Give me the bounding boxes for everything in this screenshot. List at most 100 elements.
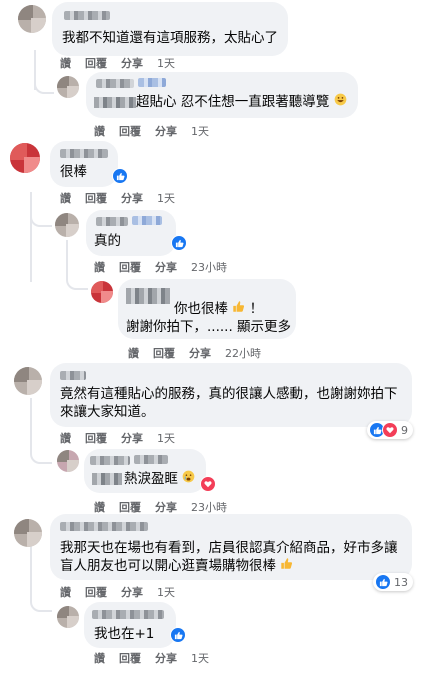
share-link[interactable]: 分享: [121, 430, 143, 446]
comment-text: 真的: [94, 233, 121, 249]
avatar[interactable]: [14, 519, 42, 547]
comment-actions: 讚 回覆 分享 1天: [60, 584, 189, 600]
thumbs-up-emoji-icon: [280, 556, 293, 576]
comment-actions: 讚 回覆 分享 23小時: [94, 259, 241, 275]
comment-bubble: 超貼心 忍不住想一直跟著聽導覽: [86, 72, 358, 118]
thread-connector: [30, 590, 52, 612]
timestamp[interactable]: 23小時: [191, 259, 227, 275]
reply-link[interactable]: 回覆: [85, 430, 107, 446]
commenter-name[interactable]: [60, 149, 108, 158]
mention-blur[interactable]: [94, 97, 136, 108]
thread-connector: [66, 270, 88, 290]
like-link[interactable]: 讚: [94, 123, 105, 139]
comment-text-line2: 盲人朋友也可以開心逛賣場購物很棒: [60, 556, 293, 576]
reply-link[interactable]: 回覆: [119, 123, 141, 139]
reaction-count: 9: [401, 423, 408, 437]
grin-emoji-icon: [334, 92, 347, 112]
like-link[interactable]: 讚: [60, 430, 71, 446]
thread-connector: [30, 205, 52, 227]
comment-text-body: 你也很棒: [174, 301, 228, 317]
avatar[interactable]: [18, 5, 46, 33]
comment-actions: 讚 回覆 分享 1天: [94, 650, 223, 666]
like-link[interactable]: 讚: [94, 650, 105, 666]
timestamp[interactable]: 23小時: [191, 499, 227, 515]
heart-reaction-icon[interactable]: [200, 476, 216, 492]
comment-text: 我也在+1: [94, 626, 155, 642]
reaction-summary[interactable]: 9: [367, 421, 413, 439]
comment-text-line1: 我那天也在場也有看到，店員很認真介紹商品，好市多讓: [60, 540, 398, 556]
like-link[interactable]: 讚: [94, 499, 105, 515]
commenter-name[interactable]: [96, 79, 134, 88]
commenter-name[interactable]: [90, 456, 130, 465]
reply-link[interactable]: 回覆: [119, 499, 141, 515]
timestamp[interactable]: 22小時: [225, 345, 261, 361]
timestamp[interactable]: 1天: [157, 584, 175, 600]
comment-bubble: 你也很棒 ！ 謝謝你拍下，...... 顯示更多: [118, 279, 296, 339]
comment-text-line2[interactable]: 謝謝你拍下，...... 顯示更多: [126, 317, 291, 337]
comment-bubble: 竟然有這種貼心的服務，真的很讓人感動，也謝謝妳拍下 來讓大家知道。: [50, 363, 412, 427]
reply-link[interactable]: 回覆: [119, 650, 141, 666]
commenter-name[interactable]: [60, 522, 148, 531]
mention-blur[interactable]: [92, 473, 122, 485]
avatar[interactable]: [57, 450, 79, 472]
commenter-name[interactable]: [64, 11, 110, 20]
like-reaction-icon[interactable]: [112, 168, 128, 184]
comment-text-end: ！: [249, 301, 264, 317]
heart-reaction-icon: [382, 422, 398, 438]
commenter-name[interactable]: [134, 455, 168, 464]
crying-emoji-icon: [182, 469, 195, 489]
share-link[interactable]: 分享: [155, 650, 177, 666]
comment-actions: 讚 回覆 分享 23小時: [94, 499, 241, 515]
like-link[interactable]: 讚: [60, 190, 71, 206]
like-link[interactable]: 讚: [94, 259, 105, 275]
comment-bubble: 熱淚盈眶: [84, 449, 206, 493]
share-link[interactable]: 分享: [121, 190, 143, 206]
commenter-name-tag[interactable]: [132, 216, 162, 225]
reply-link[interactable]: 回覆: [85, 190, 107, 206]
timestamp[interactable]: 1天: [191, 123, 209, 139]
reaction-summary[interactable]: 13: [373, 573, 413, 591]
like-reaction-icon[interactable]: [171, 235, 187, 251]
avatar[interactable]: [55, 213, 79, 237]
reply-link[interactable]: 回覆: [153, 345, 175, 361]
avatar[interactable]: [57, 606, 79, 628]
timestamp[interactable]: 1天: [157, 190, 175, 206]
commenter-name[interactable]: [92, 610, 164, 619]
share-link[interactable]: 分享: [121, 584, 143, 600]
share-link[interactable]: 分享: [121, 55, 143, 71]
like-link[interactable]: 讚: [128, 345, 139, 361]
comment-text-line2: 來讓大家知道。: [60, 404, 155, 420]
timestamp[interactable]: 1天: [157, 430, 175, 446]
commenter-name-tag[interactable]: [138, 78, 166, 87]
commenter-name-blurred[interactable]: [126, 288, 170, 304]
comment-text-body: 盲人朋友也可以開心逛賣場購物很棒: [60, 558, 276, 574]
commenter-name[interactable]: [96, 217, 128, 226]
thread-line: [30, 545, 32, 595]
avatar[interactable]: [57, 76, 79, 98]
thread-connector: [30, 440, 52, 464]
like-link[interactable]: 讚: [60, 55, 71, 71]
share-link[interactable]: 分享: [189, 345, 211, 361]
like-reaction-icon[interactable]: [170, 627, 186, 643]
share-link[interactable]: 分享: [155, 123, 177, 139]
share-link[interactable]: 分享: [155, 499, 177, 515]
avatar[interactable]: [14, 367, 42, 395]
avatar[interactable]: [91, 281, 113, 303]
comment-text: 超貼心 忍不住想一直跟著聽導覽: [136, 92, 347, 112]
avatar[interactable]: [10, 143, 40, 173]
comment-bubble: 很棒: [50, 141, 118, 187]
reply-link[interactable]: 回覆: [119, 259, 141, 275]
comment-actions: 讚 回覆 分享 1天: [94, 123, 223, 139]
share-link[interactable]: 分享: [155, 259, 177, 275]
comment-text: 我都不知道還有這項服務，太貼心了: [62, 30, 278, 46]
comment-actions: 讚 回覆 分享 22小時: [128, 345, 275, 361]
timestamp[interactable]: 1天: [191, 650, 209, 666]
comment-text-line1: 你也很棒 ！: [174, 299, 263, 319]
comment-bubble: 我都不知道還有這項服務，太貼心了: [52, 2, 288, 56]
timestamp[interactable]: 1天: [157, 55, 175, 71]
like-link[interactable]: 讚: [60, 584, 71, 600]
commenter-name[interactable]: [60, 371, 86, 380]
reply-link[interactable]: 回覆: [85, 584, 107, 600]
reply-link[interactable]: 回覆: [85, 55, 107, 71]
comment-text-body: 超貼心 忍不住想一直跟著聽導覽: [136, 94, 330, 110]
